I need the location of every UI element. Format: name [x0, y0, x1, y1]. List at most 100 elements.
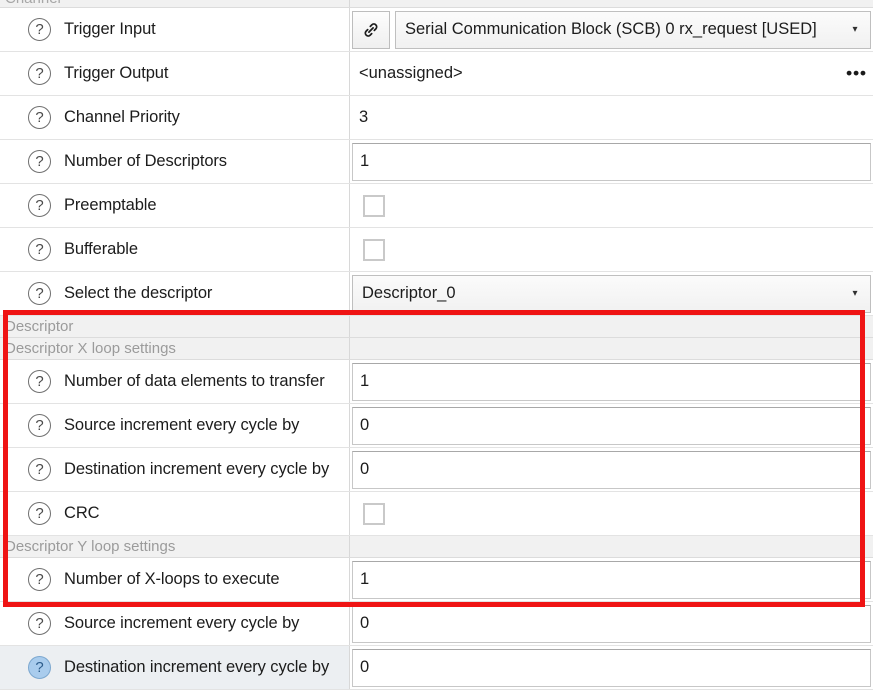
- row-channel-priority[interactable]: ? Channel Priority 3: [0, 96, 873, 140]
- row-trigger-input[interactable]: ? Trigger Input Serial Communication Blo…: [0, 8, 873, 52]
- row-number-of-data-elements-to-transfer[interactable]: ? Number of data elements to transfer 1: [0, 360, 873, 404]
- row-y-destination-increment[interactable]: ? Destination increment every cycle by 0: [0, 646, 873, 690]
- group-header-descriptor-x-loop-spacer: [350, 338, 873, 359]
- help-icon[interactable]: ?: [28, 62, 51, 85]
- help-icon[interactable]: ?: [28, 370, 51, 393]
- label-cell-select-the-descriptor: ? Select the descriptor: [0, 272, 350, 315]
- help-icon[interactable]: ?: [28, 238, 51, 261]
- value-cell-y-source-increment: 0: [350, 602, 873, 645]
- row-label: Select the descriptor: [64, 284, 213, 302]
- property-grid-panel: Channel ? Trigger Input Serial Communica…: [0, 0, 873, 690]
- trigger-output-value[interactable]: <unassigned>: [352, 55, 871, 93]
- row-label: Destination increment every cycle by: [64, 460, 330, 478]
- group-header-descriptor-y-loop: Descriptor Y loop settings: [0, 536, 873, 558]
- group-header-descriptor-spacer: [350, 316, 873, 337]
- link-icon[interactable]: [352, 10, 390, 49]
- value-cell-trigger-input: Serial Communication Block (SCB) 0 rx_re…: [350, 8, 873, 51]
- help-icon[interactable]: ?: [28, 18, 51, 41]
- value-cell-number-of-x-loops: 1: [350, 558, 873, 601]
- ellipsis-icon[interactable]: •••: [846, 64, 867, 81]
- bufferable-checkbox[interactable]: [363, 238, 385, 261]
- row-select-the-descriptor[interactable]: ? Select the descriptor Descriptor_0 ▾: [0, 272, 873, 316]
- row-label: Number of Descriptors: [64, 152, 227, 170]
- value-cell-bufferable: [350, 228, 873, 271]
- row-label: Trigger Output: [64, 64, 169, 82]
- value-cell-trigger-output: <unassigned> •••: [350, 52, 873, 95]
- group-header-channel-label: Channel: [0, 0, 350, 7]
- group-header-channel: Channel: [0, 0, 873, 8]
- help-icon[interactable]: ?: [28, 502, 51, 525]
- row-crc[interactable]: ? CRC: [0, 492, 873, 536]
- help-icon[interactable]: ?: [28, 282, 51, 305]
- row-x-source-increment[interactable]: ? Source increment every cycle by 0: [0, 404, 873, 448]
- y-destination-increment-input[interactable]: 0: [352, 648, 871, 687]
- row-x-destination-increment[interactable]: ? Destination increment every cycle by 0: [0, 448, 873, 492]
- help-icon[interactable]: ?: [28, 458, 51, 481]
- row-label: CRC: [64, 504, 100, 522]
- row-bufferable[interactable]: ? Bufferable: [0, 228, 873, 272]
- group-header-descriptor-x-loop: Descriptor X loop settings: [0, 338, 873, 360]
- group-header-descriptor-x-loop-label: Descriptor X loop settings: [0, 338, 350, 359]
- y-source-increment-input[interactable]: 0: [352, 604, 871, 643]
- row-number-of-descriptors[interactable]: ? Number of Descriptors 1: [0, 140, 873, 184]
- help-icon[interactable]: ?: [28, 150, 51, 173]
- value-cell-y-destination-increment: 0: [350, 646, 873, 689]
- label-cell-number-of-x-loops: ? Number of X-loops to execute: [0, 558, 350, 601]
- label-cell-bufferable: ? Bufferable: [0, 228, 350, 271]
- label-cell-channel-priority: ? Channel Priority: [0, 96, 350, 139]
- preemptable-checkbox[interactable]: [363, 194, 385, 217]
- value-cell-crc: [350, 492, 873, 535]
- trigger-input-combo[interactable]: Serial Communication Block (SCB) 0 rx_re…: [395, 10, 871, 49]
- value-cell-x-source-increment: 0: [350, 404, 873, 447]
- channel-priority-input[interactable]: 3: [352, 99, 871, 137]
- row-label: Destination increment every cycle by: [64, 658, 330, 676]
- x-destination-increment-input[interactable]: 0: [352, 450, 871, 489]
- group-header-descriptor-y-loop-spacer: [350, 536, 873, 557]
- label-cell-x-destination-increment: ? Destination increment every cycle by: [0, 448, 350, 491]
- row-label: Trigger Input: [64, 20, 156, 38]
- group-header-descriptor: Descriptor: [0, 316, 873, 338]
- row-label: Bufferable: [64, 240, 138, 258]
- help-icon[interactable]: ?: [28, 568, 51, 591]
- number-of-data-elements-input[interactable]: 1: [352, 362, 871, 401]
- label-cell-trigger-input: ? Trigger Input: [0, 8, 350, 51]
- row-number-of-x-loops-to-execute[interactable]: ? Number of X-loops to execute 1: [0, 558, 873, 602]
- label-cell-crc: ? CRC: [0, 492, 350, 535]
- help-icon[interactable]: ?: [28, 414, 51, 437]
- trigger-input-value: Serial Communication Block (SCB) 0 rx_re…: [405, 20, 817, 38]
- row-label: Number of X-loops to execute: [64, 570, 280, 588]
- help-icon[interactable]: ?: [28, 612, 51, 635]
- label-cell-y-destination-increment: ? Destination increment every cycle by: [0, 646, 350, 689]
- label-cell-x-source-increment: ? Source increment every cycle by: [0, 404, 350, 447]
- value-cell-channel-priority: 3: [350, 96, 873, 139]
- number-of-x-loops-input[interactable]: 1: [352, 560, 871, 599]
- label-cell-preemptable: ? Preemptable: [0, 184, 350, 227]
- row-label: Preemptable: [64, 196, 157, 214]
- value-cell-preemptable: [350, 184, 873, 227]
- group-header-descriptor-label: Descriptor: [0, 316, 350, 337]
- chevron-down-icon[interactable]: ▾: [846, 24, 870, 35]
- help-icon[interactable]: ?: [28, 194, 51, 217]
- number-of-descriptors-input[interactable]: 1: [352, 142, 871, 181]
- help-icon[interactable]: ?: [28, 656, 51, 679]
- group-header-descriptor-y-loop-label: Descriptor Y loop settings: [0, 536, 350, 557]
- property-rows: ? Trigger Input Serial Communication Blo…: [0, 8, 873, 690]
- help-icon[interactable]: ?: [28, 106, 51, 129]
- value-cell-select-the-descriptor: Descriptor_0 ▾: [350, 272, 873, 315]
- descriptor-select-combo[interactable]: Descriptor_0 ▾: [352, 274, 871, 313]
- descriptor-select-value: Descriptor_0: [362, 284, 456, 302]
- row-preemptable[interactable]: ? Preemptable: [0, 184, 873, 228]
- value-cell-number-of-data-elements: 1: [350, 360, 873, 403]
- chevron-down-icon[interactable]: ▾: [846, 288, 870, 299]
- crc-checkbox[interactable]: [363, 502, 385, 525]
- row-trigger-output[interactable]: ? Trigger Output <unassigned> •••: [0, 52, 873, 96]
- label-cell-y-source-increment: ? Source increment every cycle by: [0, 602, 350, 645]
- row-label: Source increment every cycle by: [64, 416, 300, 434]
- row-y-source-increment[interactable]: ? Source increment every cycle by 0: [0, 602, 873, 646]
- value-cell-x-destination-increment: 0: [350, 448, 873, 491]
- row-label: Number of data elements to transfer: [64, 372, 325, 390]
- label-cell-number-of-descriptors: ? Number of Descriptors: [0, 140, 350, 183]
- x-source-increment-input[interactable]: 0: [352, 406, 871, 445]
- label-cell-number-of-data-elements: ? Number of data elements to transfer: [0, 360, 350, 403]
- row-label: Channel Priority: [64, 108, 180, 126]
